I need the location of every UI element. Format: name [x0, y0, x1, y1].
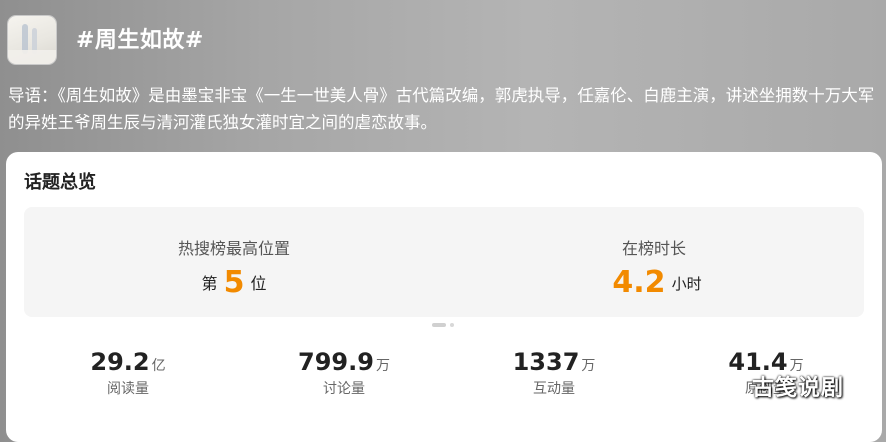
duration-value-row: 4.2 小时 [444, 265, 864, 300]
topic-intro: 导语：《周生如故》是由墨宝非宝《一生一世美人骨》古代篇改编，郭虎执导，任嘉伦、白… [8, 86, 875, 132]
metric-value: 29.2 [90, 348, 150, 376]
ranking-stats-box: 热搜榜最高位置 第5位 在榜时长 4.2 小时 [24, 207, 864, 317]
metric-unit: 亿 [151, 358, 166, 374]
hot-search-value-row: 第5位 [24, 265, 444, 300]
metrics-row: 29.2 亿 阅读量 799.9 万 讨论量 1337 万 互动量 41.4 万 原创量 [6, 348, 882, 408]
metric-unit: 万 [375, 358, 390, 374]
thumbnail-mist [8, 50, 56, 64]
metric-label: 阅读量 [107, 381, 149, 397]
card-title: 话题总览 [24, 172, 96, 193]
duration-unit: 小时 [671, 275, 702, 293]
topic-header: #周生如故# 导语：《周生如故》是由墨宝非宝《一生一世美人骨》古代篇改编，郭虎执… [0, 0, 886, 160]
metric-label: 互动量 [533, 381, 575, 397]
rank-prefix: 第 [201, 274, 218, 293]
hot-search-stat: 热搜榜最高位置 第5位 [24, 207, 444, 317]
metric-value: 799.9 [298, 348, 374, 376]
rank-value: 5 [223, 265, 245, 300]
poster-thumbnail[interactable] [8, 16, 56, 64]
metric-interaction-count: 1337 万 互动量 [454, 348, 654, 398]
hot-search-label: 热搜榜最高位置 [177, 239, 290, 258]
carousel-dot-active[interactable] [432, 323, 446, 327]
duration-value: 4.2 [612, 265, 666, 300]
metric-value: 1337 [512, 348, 580, 376]
metric-discussion-count: 799.9 万 讨论量 [244, 348, 444, 398]
duration-stat: 在榜时长 4.2 小时 [444, 207, 864, 317]
carousel-dot[interactable] [450, 323, 454, 327]
carousel-indicator[interactable] [432, 323, 462, 329]
metric-label: 讨论量 [323, 381, 365, 397]
rank-suffix: 位 [250, 274, 267, 293]
metric-unit: 万 [581, 358, 596, 374]
topic-title[interactable]: #周生如故# [76, 22, 204, 54]
duration-label: 在榜时长 [621, 239, 686, 258]
topic-overview-card: 话题总览 热搜榜最高位置 第5位 在榜时长 4.2 小时 29.2 亿 阅读量 79… [6, 152, 882, 442]
metric-read-count: 29.2 亿 阅读量 [28, 348, 228, 398]
watermark: 古笺说剧 [752, 376, 845, 401]
